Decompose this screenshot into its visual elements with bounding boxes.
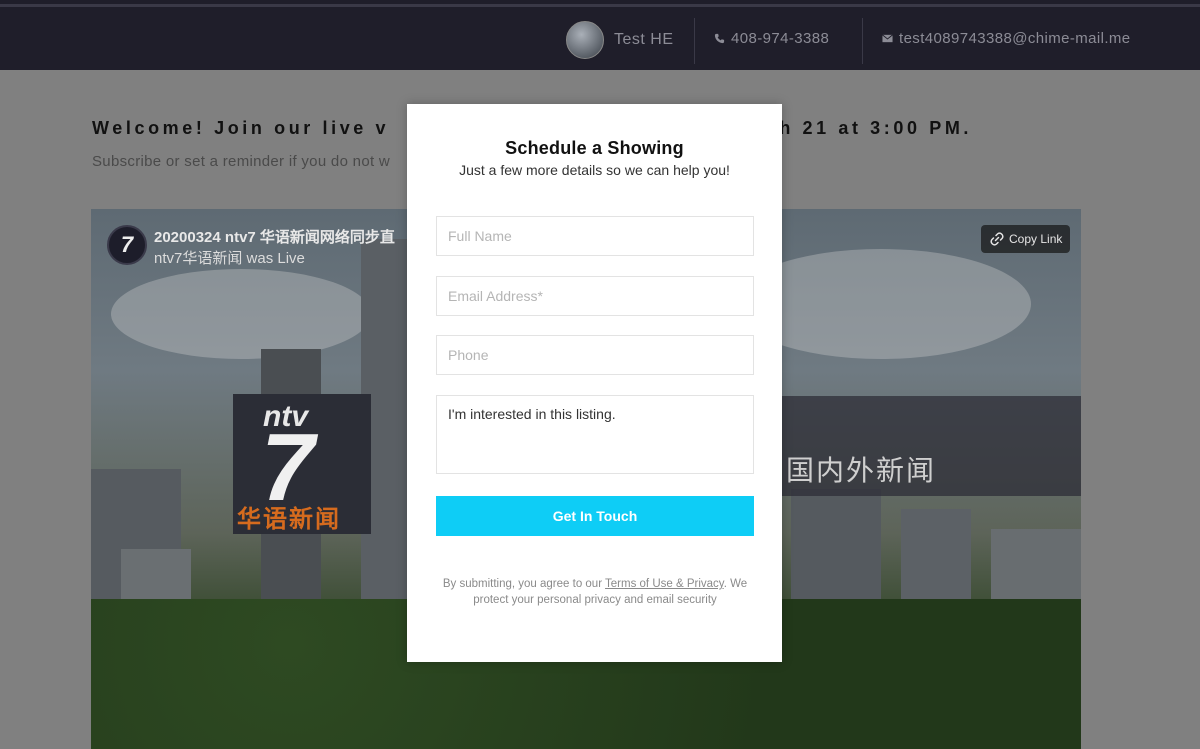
welcome-subtitle: Subscribe or set a reminder if you do no… xyxy=(92,153,391,170)
welcome-heading-start: Welcome! Join our live v xyxy=(92,118,390,138)
header-divider xyxy=(694,18,695,64)
video-channel[interactable]: ntv7华语新闻 was Live xyxy=(154,247,305,268)
disclaimer-prefix: By submitting, you agree to our xyxy=(442,578,606,590)
message-textarea[interactable]: I'm interested in this listing. xyxy=(436,395,754,474)
agent-name[interactable]: Test HE xyxy=(614,31,674,49)
mail-icon xyxy=(882,34,893,43)
welcome-heading-end: rch 21 at 3:00 PM. xyxy=(755,118,973,138)
agent-phone[interactable]: 408-974-3388 xyxy=(714,30,829,47)
news-banner-text: 国内外新闻 xyxy=(786,455,937,486)
site-header: Test HE 408-974-3388 test4089743388@chim… xyxy=(0,0,1200,70)
schedule-showing-modal: Schedule a Showing Just a few more detai… xyxy=(407,104,782,662)
modal-subtitle: Just a few more details so we can help y… xyxy=(459,162,730,178)
video-title[interactable]: 20200324 ntv7 华语新闻网络同步直 xyxy=(154,226,395,247)
privacy-disclaimer: By submitting, you agree to our Terms of… xyxy=(437,576,753,608)
header-top-line xyxy=(0,4,1200,7)
header-divider xyxy=(862,18,863,64)
full-name-input[interactable] xyxy=(436,216,754,256)
phone-icon xyxy=(714,33,725,44)
ntv7-logo-chinese: 华语新闻 xyxy=(237,506,341,533)
link-icon xyxy=(990,232,1004,246)
terms-privacy-link[interactable]: Terms of Use & Privacy xyxy=(605,578,724,590)
agent-email-text: test4089743388@chime-mail.me xyxy=(899,30,1131,47)
copy-link-label: Copy Link xyxy=(1009,232,1063,246)
copy-link-button[interactable]: Copy Link xyxy=(981,225,1071,253)
agent-profile[interactable]: Test HE xyxy=(566,20,674,60)
modal-title: Schedule a Showing xyxy=(505,138,684,158)
phone-input[interactable] xyxy=(436,335,754,375)
cloud xyxy=(111,269,371,359)
get-in-touch-button[interactable]: Get In Touch xyxy=(436,496,754,536)
channel-avatar[interactable]: 7 xyxy=(107,225,147,265)
agent-phone-text: 408-974-3388 xyxy=(731,30,830,47)
agent-email[interactable]: test4089743388@chime-mail.me xyxy=(882,30,1131,47)
agent-avatar xyxy=(566,21,604,59)
email-input[interactable] xyxy=(436,276,754,316)
